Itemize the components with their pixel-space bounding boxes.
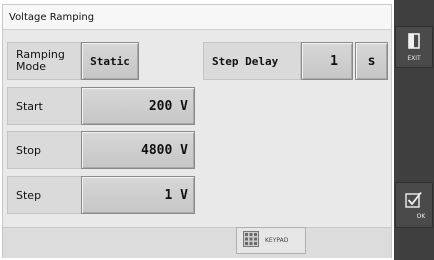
window-title: Voltage Ramping [3,5,391,30]
step-delay-unit-button[interactable]: s [355,42,388,80]
ok-label: OK [416,212,426,220]
stop-value-button[interactable]: 4800 V [81,131,195,169]
ok-button[interactable]: OK [395,182,433,228]
exit-button[interactable]: EXIT [395,26,433,68]
ramping-mode-button[interactable]: Static [81,42,139,80]
step-value-button[interactable]: 1 V [81,176,195,214]
stop-label-text: Stop [16,143,42,157]
exit-label: EXIT [407,54,421,62]
checkbox-check-icon [405,191,423,213]
keypad-label: KEYPAD [265,237,289,244]
step-delay-label: Step Delay [203,42,301,80]
start-value-button[interactable]: 200 V [81,87,195,125]
step-delay-label-text: Step Delay [212,54,279,68]
bottom-bar [3,227,391,258]
step-delay-value-button[interactable]: 1 [301,42,353,80]
voltage-ramping-screen: Voltage Ramping Ramping Mode Static Step… [0,0,434,260]
main-panel: Voltage Ramping Ramping Mode Static Step… [2,4,392,258]
keypad-icon [243,230,259,251]
start-label-text: Start [16,99,43,113]
step-label-text: Step [16,188,42,202]
exit-door-icon [408,32,420,53]
ramping-mode-label: Ramping Mode [7,42,81,80]
keypad-button[interactable]: KEYPAD [236,227,306,254]
